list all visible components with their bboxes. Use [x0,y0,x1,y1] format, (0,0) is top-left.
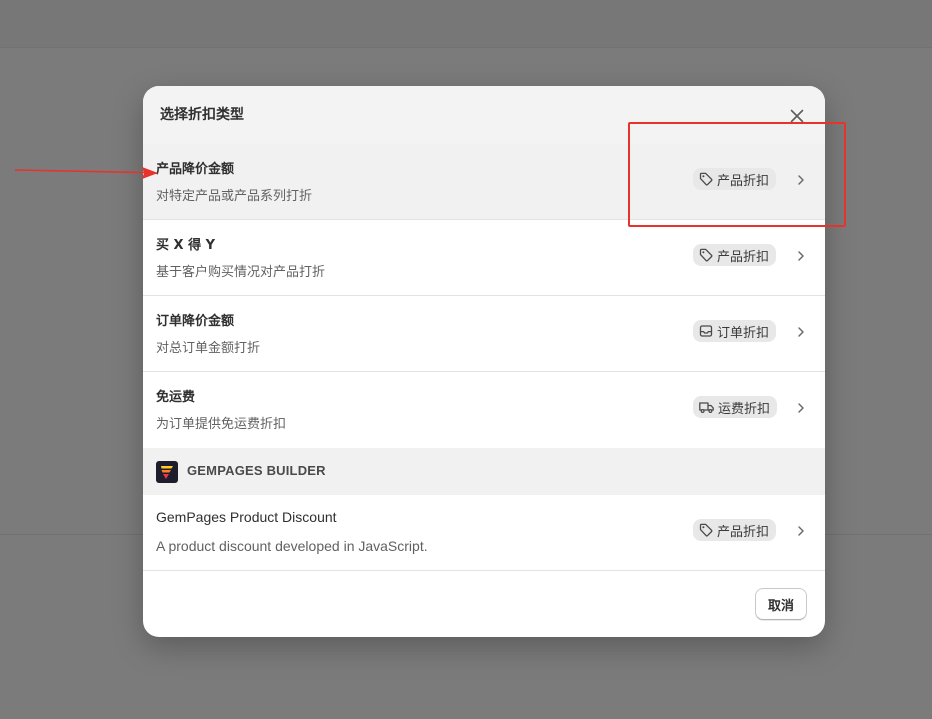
chevron-right-icon [798,175,804,185]
option-product-amount-off[interactable]: 产品降价金额 对特定产品或产品系列打折 产品折扣 [143,144,825,220]
truck-icon [699,402,714,414]
chevron-right-icon [798,403,804,413]
badge-label: 产品折扣 [717,249,770,265]
order-discount-badge: 订单折扣 [693,320,777,342]
option-description: 对特定产品或产品系列打折 [156,189,313,204]
badge-label: 产品折扣 [717,524,770,540]
option-title: 买 X 得 Y [156,238,216,253]
tag-icon [699,172,713,186]
app-section-header: GEMPAGES BUILDER [143,448,825,495]
product-discount-badge: 产品折扣 [693,168,777,190]
badge-label: 产品折扣 [717,173,770,189]
discount-type-modal: 选择折扣类型 产品降价金额 对特定产品或产品系列打折 产品折扣 买 X 得 Y … [143,86,825,637]
order-inbox-icon [699,325,713,337]
tag-icon [699,523,713,537]
option-title: GemPages Product Discount [156,509,337,525]
option-title: 免运费 [156,390,196,405]
option-buy-x-get-y[interactable]: 买 X 得 Y 基于客户购买情况对产品打折 产品折扣 [143,220,825,296]
close-icon [790,109,804,123]
modal-footer: 取消 [143,571,825,637]
option-order-amount-off[interactable]: 订单降价金额 对总订单金额打折 订单折扣 [143,296,825,372]
badge-label: 订单折扣 [717,325,770,341]
option-description: A product discount developed in JavaScri… [156,538,428,554]
modal-header: 选择折扣类型 [143,86,825,145]
option-description: 为订单提供免运费折扣 [156,417,287,432]
cancel-button[interactable]: 取消 [755,588,807,620]
shipping-discount-badge: 运费折扣 [693,396,778,418]
option-description: 对总订单金额打折 [156,341,261,356]
product-discount-badge: 产品折扣 [693,519,777,541]
close-button[interactable] [785,104,809,128]
app-section-title: GEMPAGES BUILDER [187,463,326,478]
option-gempages-product-discount[interactable]: GemPages Product Discount A product disc… [143,495,825,571]
chevron-right-icon [798,327,804,337]
product-discount-badge: 产品折扣 [693,244,777,266]
tag-icon [699,248,713,262]
modal-title: 选择折扣类型 [160,107,244,123]
page-top-bar [0,0,932,48]
option-free-shipping[interactable]: 免运费 为订单提供免运费折扣 运费折扣 [143,372,825,448]
chevron-right-icon [798,526,804,536]
option-title: 订单降价金额 [156,314,235,329]
option-title: 产品降价金额 [156,162,235,177]
gempages-logo-icon [156,461,178,483]
badge-label: 运费折扣 [718,401,771,417]
chevron-right-icon [798,251,804,261]
option-description: 基于客户购买情况对产品打折 [156,265,326,280]
